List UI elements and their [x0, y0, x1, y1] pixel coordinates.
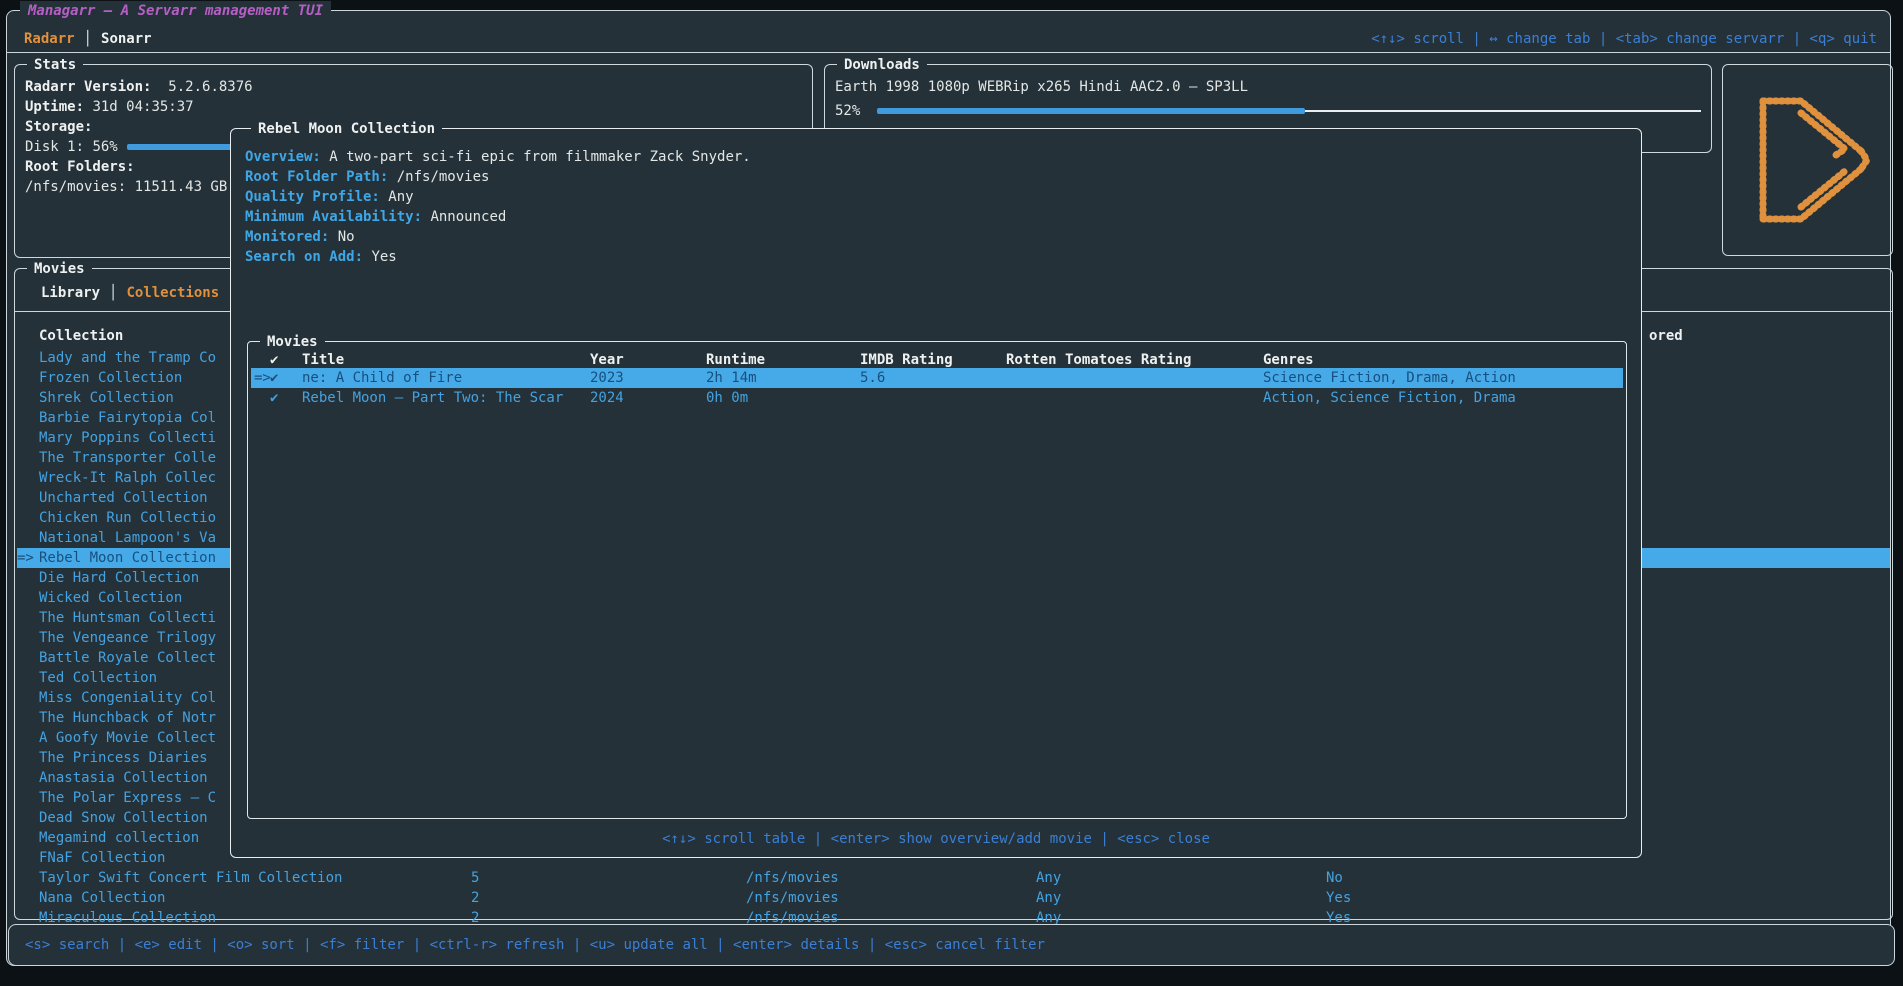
downloads-panel-title: Downloads: [837, 55, 927, 75]
collection-list-item[interactable]: The Huntsman Collecti: [39, 608, 216, 628]
collection-list-item[interactable]: National Lampoon's Va: [39, 528, 216, 548]
collection-root-folder: /nfs/movies: [746, 888, 839, 908]
root-folders-label: Root Folders:: [25, 157, 135, 177]
runtime-column-header: Runtime: [706, 350, 765, 370]
title-column-header: Title: [302, 350, 344, 370]
modal-title: Rebel Moon Collection: [251, 119, 442, 139]
collection-details-modal: Rebel Moon Collection Overview: A two-pa…: [230, 128, 1642, 858]
monitored-check-icon: ✔: [270, 368, 278, 388]
disk-usage-line: Disk 1: 56%: [25, 137, 118, 157]
tab-collections[interactable]: Collections: [126, 285, 219, 301]
genres-column-header: Genres: [1263, 350, 1314, 370]
collection-movie-count: 5: [471, 868, 479, 888]
collection-list-item[interactable]: Anastasia Collection: [39, 768, 208, 788]
tab-separator: │: [75, 31, 101, 47]
radarr-logo-icon: [1749, 85, 1874, 235]
collection-list-item[interactable]: Uncharted Collection: [39, 488, 208, 508]
modal-field: Root Folder Path: /nfs/movies: [245, 167, 489, 187]
movie-title: Rebel Moon – Part Two: The Scar: [302, 388, 563, 408]
footer-keybinds: <s> search | <e> edit | <o> sort | <f> f…: [25, 935, 1045, 955]
collection-name: Rebel Moon Collection: [39, 548, 216, 568]
modal-movies-table-panel: Movies ✔ Title Year Runtime IMDB Rating …: [247, 341, 1627, 819]
movie-runtime: 2h 14m: [706, 368, 757, 388]
footer-bar: <s> search | <e> edit | <o> sort | <f> f…: [8, 924, 1895, 966]
movie-imdb-rating: 5.6: [860, 368, 885, 388]
movie-runtime: 0h 0m: [706, 388, 748, 408]
download-progress-bar: [877, 101, 1701, 121]
collection-list-item[interactable]: The Hunchback of Notr: [39, 708, 216, 728]
movies-panel-title: Movies: [27, 259, 92, 279]
collection-flag: No: [1326, 868, 1343, 888]
collection-list-item[interactable]: Shrek Collection: [39, 388, 174, 408]
imdb-column-header: IMDB Rating: [860, 350, 953, 370]
modal-field: Quality Profile: Any: [245, 187, 414, 207]
tab-library[interactable]: Library: [41, 285, 100, 301]
modal-field: Search on Add: Yes: [245, 247, 397, 267]
collection-list-item[interactable]: The Polar Express – C: [39, 788, 216, 808]
year-column-header: Year: [590, 350, 624, 370]
collection-quality-profile: Any: [1036, 868, 1061, 888]
header-keybinds: <↑↓> scroll | ↔ change tab | <tab> chang…: [1371, 29, 1877, 49]
collection-column-header: Collection: [39, 326, 123, 346]
collection-list-item[interactable]: Ted Collection: [39, 668, 157, 688]
monitored-column-header-tail: ored: [1649, 326, 1683, 346]
movie-title: ne: A Child of Fire: [302, 368, 462, 388]
modal-field: Minimum Availability: Announced: [245, 207, 506, 227]
collection-list-item[interactable]: FNaF Collection: [39, 848, 165, 868]
monitored-check-column-header: ✔: [270, 350, 278, 370]
modal-field: Monitored: No: [245, 227, 355, 247]
collection-list-item[interactable]: The Vengeance Trilogy: [39, 628, 216, 648]
collection-list-item[interactable]: Wicked Collection: [39, 588, 182, 608]
collection-movie-count: 2: [471, 888, 479, 908]
root-folder-size: /nfs/movies: 11511.43 GB: [25, 177, 227, 197]
collection-list-item[interactable]: Wreck-It Ralph Collec: [39, 468, 216, 488]
servarr-tabs: Radarr│Sonarr: [24, 29, 152, 49]
movies-tabs: Library│Collections│: [41, 283, 246, 303]
collection-list-item[interactable]: Dead Snow Collection: [39, 808, 208, 828]
tab-sonarr[interactable]: Sonarr: [101, 31, 152, 47]
collection-name: Nana Collection: [39, 888, 165, 908]
collection-root-folder: /nfs/movies: [746, 868, 839, 888]
collection-list-item[interactable]: Miss Congeniality Col: [39, 688, 216, 708]
collection-list-item[interactable]: Mary Poppins Collecti: [39, 428, 216, 448]
collection-flag: Yes: [1326, 888, 1351, 908]
selection-arrow-icon: =>: [17, 548, 34, 568]
selection-arrow-icon: =>: [254, 368, 271, 388]
download-item-title: Earth 1998 1080p WEBRip x265 Hindi AAC2.…: [835, 77, 1248, 97]
collection-quality-profile: Any: [1036, 888, 1061, 908]
download-progress-label: 52%: [835, 101, 860, 121]
modal-field: Overview: A two-part sci-fi epic from fi…: [245, 147, 751, 167]
movie-year: 2023: [590, 368, 624, 388]
collection-list-item[interactable]: Frozen Collection: [39, 368, 182, 388]
collection-name: Taylor Swift Concert Film Collection: [39, 868, 342, 888]
monitored-check-icon: ✔: [270, 388, 278, 408]
modal-movies-title: Movies: [260, 332, 325, 352]
collection-list-item[interactable]: Chicken Run Collectio: [39, 508, 216, 528]
radarr-version-line: Radarr Version: 5.2.6.8376: [25, 77, 253, 97]
collection-list-item[interactable]: Barbie Fairytopia Col: [39, 408, 216, 428]
movie-year: 2024: [590, 388, 624, 408]
tab-radarr[interactable]: Radarr: [24, 31, 75, 47]
logo-panel: [1722, 64, 1893, 256]
modal-footer-keybinds: <↑↓> scroll table | <enter> show overvie…: [231, 829, 1641, 849]
tab-separator: │: [100, 285, 126, 301]
collection-list-item[interactable]: A Goofy Movie Collect: [39, 728, 216, 748]
collection-list-item[interactable]: Lady and the Tramp Co: [39, 348, 216, 368]
movie-genres: Action, Science Fiction, Drama: [1263, 388, 1516, 408]
collection-list-item[interactable]: Megamind collection: [39, 828, 199, 848]
header-divider: [6, 52, 1891, 53]
collection-list-item[interactable]: The Princess Diaries: [39, 748, 208, 768]
rotten-column-header: Rotten Tomatoes Rating: [1006, 350, 1191, 370]
collection-list-item[interactable]: The Transporter Colle: [39, 448, 216, 468]
stats-panel-title: Stats: [27, 55, 83, 75]
collection-list-item[interactable]: Die Hard Collection: [39, 568, 199, 588]
movie-genres: Science Fiction, Drama, Action: [1263, 368, 1516, 388]
collection-list-item[interactable]: Battle Royale Collect: [39, 648, 216, 668]
uptime-line: Uptime: 31d 04:35:37: [25, 97, 194, 117]
app-title: Managarr – A Servarr management TUI: [20, 1, 331, 21]
storage-label: Storage:: [25, 117, 92, 137]
